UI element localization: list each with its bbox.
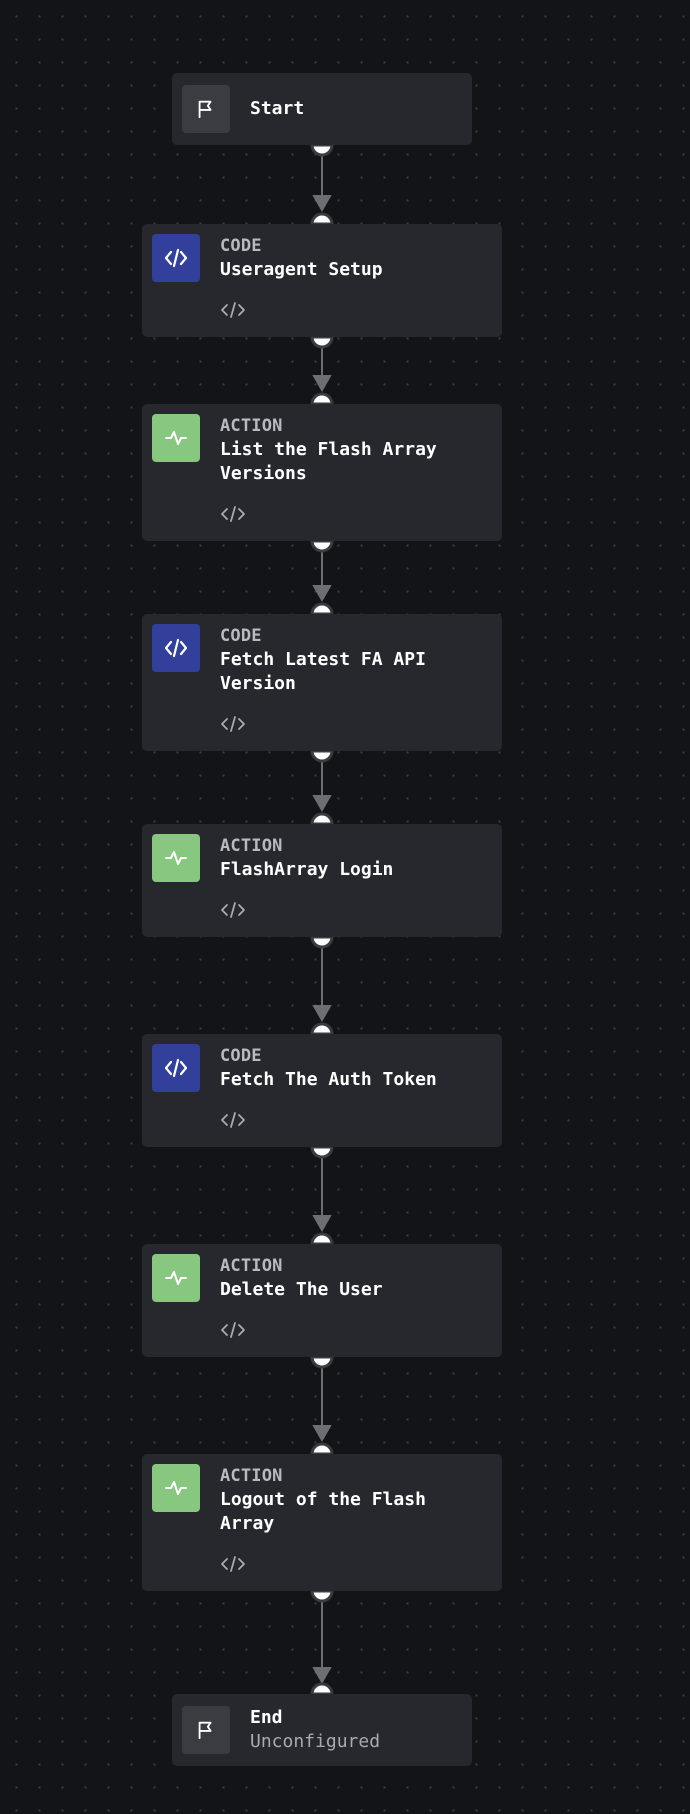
code-icon (152, 624, 200, 672)
output-port (310, 1589, 334, 1603)
code-editor-icon[interactable] (220, 900, 250, 920)
code-editor-icon[interactable] (220, 1554, 250, 1574)
node-type-label: ACTION (220, 836, 283, 856)
step-node-useragent-setup[interactable]: CODE Useragent Setup (142, 224, 502, 337)
code-editor-icon[interactable] (220, 1320, 250, 1340)
node-title: Delete The User (220, 1279, 383, 1300)
edge-arrow (312, 1425, 332, 1443)
edge-arrow (312, 195, 332, 213)
output-port (310, 335, 334, 349)
input-port (310, 1442, 334, 1456)
step-node-fetch-auth-token[interactable]: CODE Fetch The Auth Token (142, 1034, 502, 1147)
code-icon (152, 234, 200, 282)
node-title: Fetch The Auth Token (220, 1069, 437, 1090)
node-title: FlashArray Login (220, 859, 394, 880)
code-editor-icon[interactable] (220, 1110, 250, 1130)
flag-icon (182, 1706, 230, 1754)
flag-icon (182, 85, 230, 133)
input-port (310, 392, 334, 406)
workflow-canvas[interactable]: Start CODE Useragent Setup ACTION List t… (0, 0, 690, 1814)
code-icon (152, 1044, 200, 1092)
edge-arrow (312, 375, 332, 393)
edge-arrow (312, 1005, 332, 1023)
node-type-label: ACTION (220, 416, 283, 436)
node-type-label: ACTION (220, 1256, 283, 1276)
input-port (310, 1232, 334, 1246)
activity-icon (152, 1254, 200, 1302)
output-port (310, 935, 334, 949)
input-port (310, 812, 334, 826)
output-port (310, 143, 334, 157)
end-node[interactable]: End Unconfigured (172, 1694, 472, 1766)
end-node-title: End (250, 1707, 283, 1728)
node-type-label: ACTION (220, 1466, 283, 1486)
step-node-list-flash-array-versions[interactable]: ACTION List the Flash Array Versions (142, 404, 502, 541)
output-port (310, 1145, 334, 1159)
step-node-flasharray-login[interactable]: ACTION FlashArray Login (142, 824, 502, 937)
output-port (310, 1355, 334, 1369)
end-node-status: Unconfigured (250, 1731, 381, 1752)
step-node-delete-the-user[interactable]: ACTION Delete The User (142, 1244, 502, 1357)
activity-icon (152, 834, 200, 882)
code-editor-icon[interactable] (220, 714, 250, 734)
activity-icon (152, 1464, 200, 1512)
node-type-label: CODE (220, 1046, 262, 1066)
edge-arrow (312, 585, 332, 603)
start-node-title: Start (250, 98, 305, 119)
input-port (310, 212, 334, 226)
edge-arrow (312, 1667, 332, 1685)
node-title: List the Flash Array Versions (220, 439, 437, 484)
step-node-logout-flash-array[interactable]: ACTION Logout of the Flash Array (142, 1454, 502, 1591)
edge-arrow (312, 795, 332, 813)
output-port (310, 539, 334, 553)
node-type-label: CODE (220, 236, 262, 256)
input-port (310, 1022, 334, 1036)
start-node[interactable]: Start (172, 73, 472, 145)
node-title: Fetch Latest FA API Version (220, 649, 426, 694)
node-title: Logout of the Flash Array (220, 1489, 426, 1534)
node-title: Useragent Setup (220, 259, 383, 280)
code-editor-icon[interactable] (220, 504, 250, 524)
output-port (310, 749, 334, 763)
edge-arrow (312, 1215, 332, 1233)
input-port (310, 602, 334, 616)
step-node-fetch-latest-fa-api-version[interactable]: CODE Fetch Latest FA API Version (142, 614, 502, 751)
input-port (310, 1682, 334, 1696)
code-editor-icon[interactable] (220, 300, 250, 320)
activity-icon (152, 414, 200, 462)
node-type-label: CODE (220, 626, 262, 646)
